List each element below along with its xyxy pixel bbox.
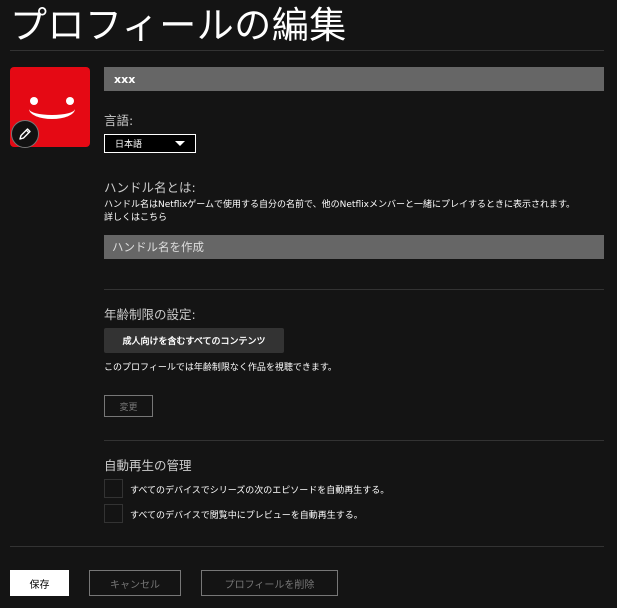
handle-input[interactable] — [104, 235, 604, 259]
caret-down-icon — [175, 141, 185, 146]
delete-profile-button[interactable]: プロフィールを削除 — [201, 570, 338, 596]
change-maturity-button[interactable]: 変更 — [104, 395, 153, 417]
autoplay-next-episode-checkbox[interactable] — [104, 479, 123, 498]
handle-description: ハンドル名はNetflixゲームで使用する自分の名前で、他のNetflixメンバ… — [104, 200, 576, 223]
profile-name-input[interactable] — [104, 67, 604, 91]
maturity-badge: 成人向けを含むすべてのコンテンツ — [104, 328, 284, 353]
pencil-icon-svg — [19, 128, 31, 140]
section-divider-1 — [104, 289, 604, 290]
autoplay-previews-label: すべてのデバイスで閲覧中にプレビューを自動再生する。 — [130, 511, 363, 521]
save-button[interactable]: 保存 — [10, 570, 69, 596]
language-label: 言語: — [104, 113, 134, 128]
maturity-heading: 年齢制限の設定: — [104, 307, 196, 322]
footer-divider — [10, 546, 604, 547]
header-divider — [10, 50, 604, 51]
maturity-description: このプロフィールでは年齢制限なく作品を視聴できます。 — [104, 363, 337, 373]
language-selected-value: 日本語 — [115, 140, 143, 150]
avatar-smile — [29, 99, 75, 119]
pencil-icon[interactable] — [11, 120, 39, 148]
cancel-button[interactable]: キャンセル — [89, 570, 181, 596]
handle-heading: ハンドル名とは: — [104, 180, 196, 195]
section-divider-2 — [104, 440, 604, 441]
autoplay-next-episode-label: すべてのデバイスでシリーズの次のエピソードを自動再生する。 — [130, 486, 390, 496]
autoplay-previews-checkbox[interactable] — [104, 504, 123, 523]
autoplay-heading: 自動再生の管理 — [104, 458, 192, 473]
page-title: プロフィールの編集 — [10, 4, 347, 47]
language-select[interactable]: 日本語 — [104, 134, 196, 153]
